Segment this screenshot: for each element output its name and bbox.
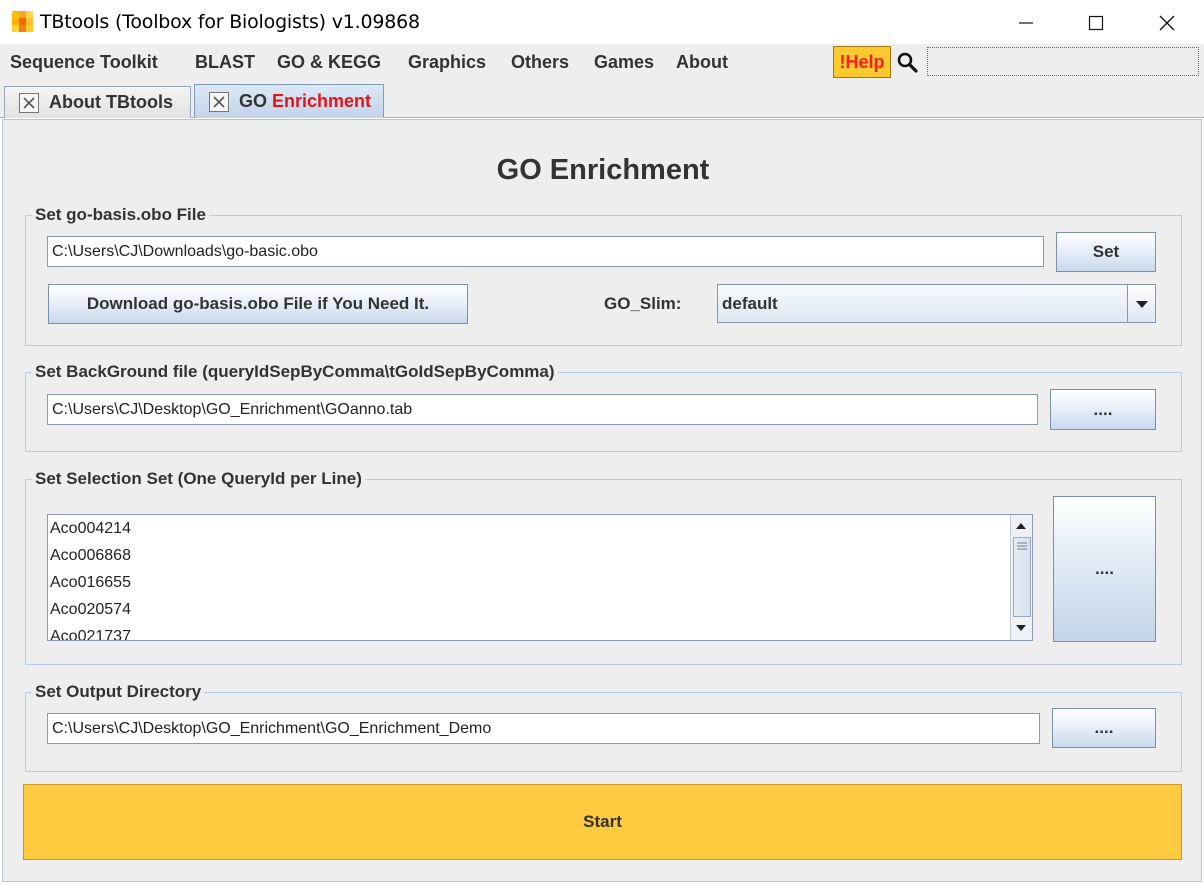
set-obo-button[interactable]: Set (1056, 232, 1156, 272)
tab-label-prefix: GO (239, 91, 268, 111)
tab-close-button[interactable] (209, 91, 229, 112)
menu-blast[interactable]: BLAST (195, 52, 255, 73)
list-item: Aco016655 (50, 574, 131, 591)
help-button[interactable]: !Help (833, 46, 891, 78)
group-label: Set BackGround file (queryIdSepByComma\t… (32, 362, 558, 382)
background-path-field[interactable]: C:\Users\CJ\Desktop\GO_Enrichment\GOanno… (47, 394, 1038, 425)
minimize-button[interactable] (1003, 8, 1049, 38)
tab-about-tbtools[interactable]: About TBtools (4, 86, 191, 118)
scroll-down-icon (1016, 625, 1026, 631)
chevron-down-icon (1135, 300, 1148, 308)
grip-icon (1017, 542, 1027, 550)
download-obo-button[interactable]: Download go-basis.obo File if You Need I… (48, 284, 468, 324)
group-label: Set go-basis.obo File (32, 205, 209, 225)
maximize-button[interactable] (1073, 8, 1119, 38)
search-input[interactable] (927, 47, 1199, 76)
close-tab-icon (23, 96, 35, 109)
start-button[interactable]: Start (23, 784, 1182, 860)
scroll-down-button[interactable] (1011, 618, 1031, 638)
tab-close-button[interactable] (19, 92, 39, 113)
group-label: Set Output Directory (32, 682, 205, 702)
obo-path-field[interactable]: C:\Users\CJ\Downloads\go-basic.obo (47, 236, 1044, 267)
page-title: GO Enrichment (496, 154, 710, 186)
scroll-up-icon (1016, 523, 1026, 529)
tab-label-suffix: Enrichment (267, 91, 372, 111)
close-window-button[interactable] (1144, 8, 1190, 38)
selection-set-textarea[interactable]: Aco004214 Aco006868 Aco016655 Aco020574 … (47, 514, 1033, 641)
go-slim-dropdown-button[interactable] (1127, 284, 1156, 323)
scroll-up-button[interactable] (1011, 516, 1031, 536)
menu-graphics[interactable]: Graphics (408, 52, 486, 73)
maximize-icon (1088, 15, 1104, 31)
tab-strip: About TBtools GO Enrichment (0, 80, 1204, 118)
go-slim-select[interactable]: default (717, 284, 1128, 323)
vertical-scrollbar[interactable] (1010, 515, 1032, 640)
list-item: Aco006868 (50, 547, 131, 564)
output-path-field[interactable]: C:\Users\CJ\Desktop\GO_Enrichment\GO_Enr… (47, 713, 1040, 744)
list-item: Aco020574 (50, 601, 131, 618)
go-slim-label: GO_Slim: (604, 294, 682, 313)
tab-go-enrichment[interactable]: GO Enrichment (194, 84, 384, 118)
group-label: Set Selection Set (One QueryId per Line) (32, 469, 365, 489)
menu-others[interactable]: Others (511, 52, 569, 73)
app-logo-icon (12, 11, 33, 32)
minimize-icon (1019, 22, 1033, 24)
tab-label: About TBtools (49, 92, 173, 112)
window-title: TBtools (Toolbox for Biologists) v1.0986… (40, 11, 420, 33)
menu-about[interactable]: About (676, 52, 728, 73)
search-icon[interactable] (896, 51, 918, 73)
scroll-thumb[interactable] (1013, 537, 1031, 617)
go-enrichment-panel: GO Enrichment Set go-basis.obo File C:\U… (2, 119, 1202, 882)
browse-selection-button[interactable]: .... (1053, 496, 1156, 642)
menu-sequence-toolkit[interactable]: Sequence Toolkit (10, 52, 158, 73)
obo-file-group: Set go-basis.obo File (25, 205, 1182, 346)
title-bar: TBtools (Toolbox for Biologists) v1.0986… (0, 0, 1204, 44)
browse-output-button[interactable]: .... (1052, 708, 1156, 748)
close-icon (1159, 15, 1175, 31)
list-item: Aco021737 (50, 628, 131, 641)
menu-go-kegg[interactable]: GO & KEGG (277, 52, 381, 73)
menu-games[interactable]: Games (594, 52, 654, 73)
close-tab-icon (213, 95, 225, 108)
list-item: Aco004214 (50, 520, 131, 537)
browse-background-button[interactable]: .... (1050, 389, 1156, 430)
